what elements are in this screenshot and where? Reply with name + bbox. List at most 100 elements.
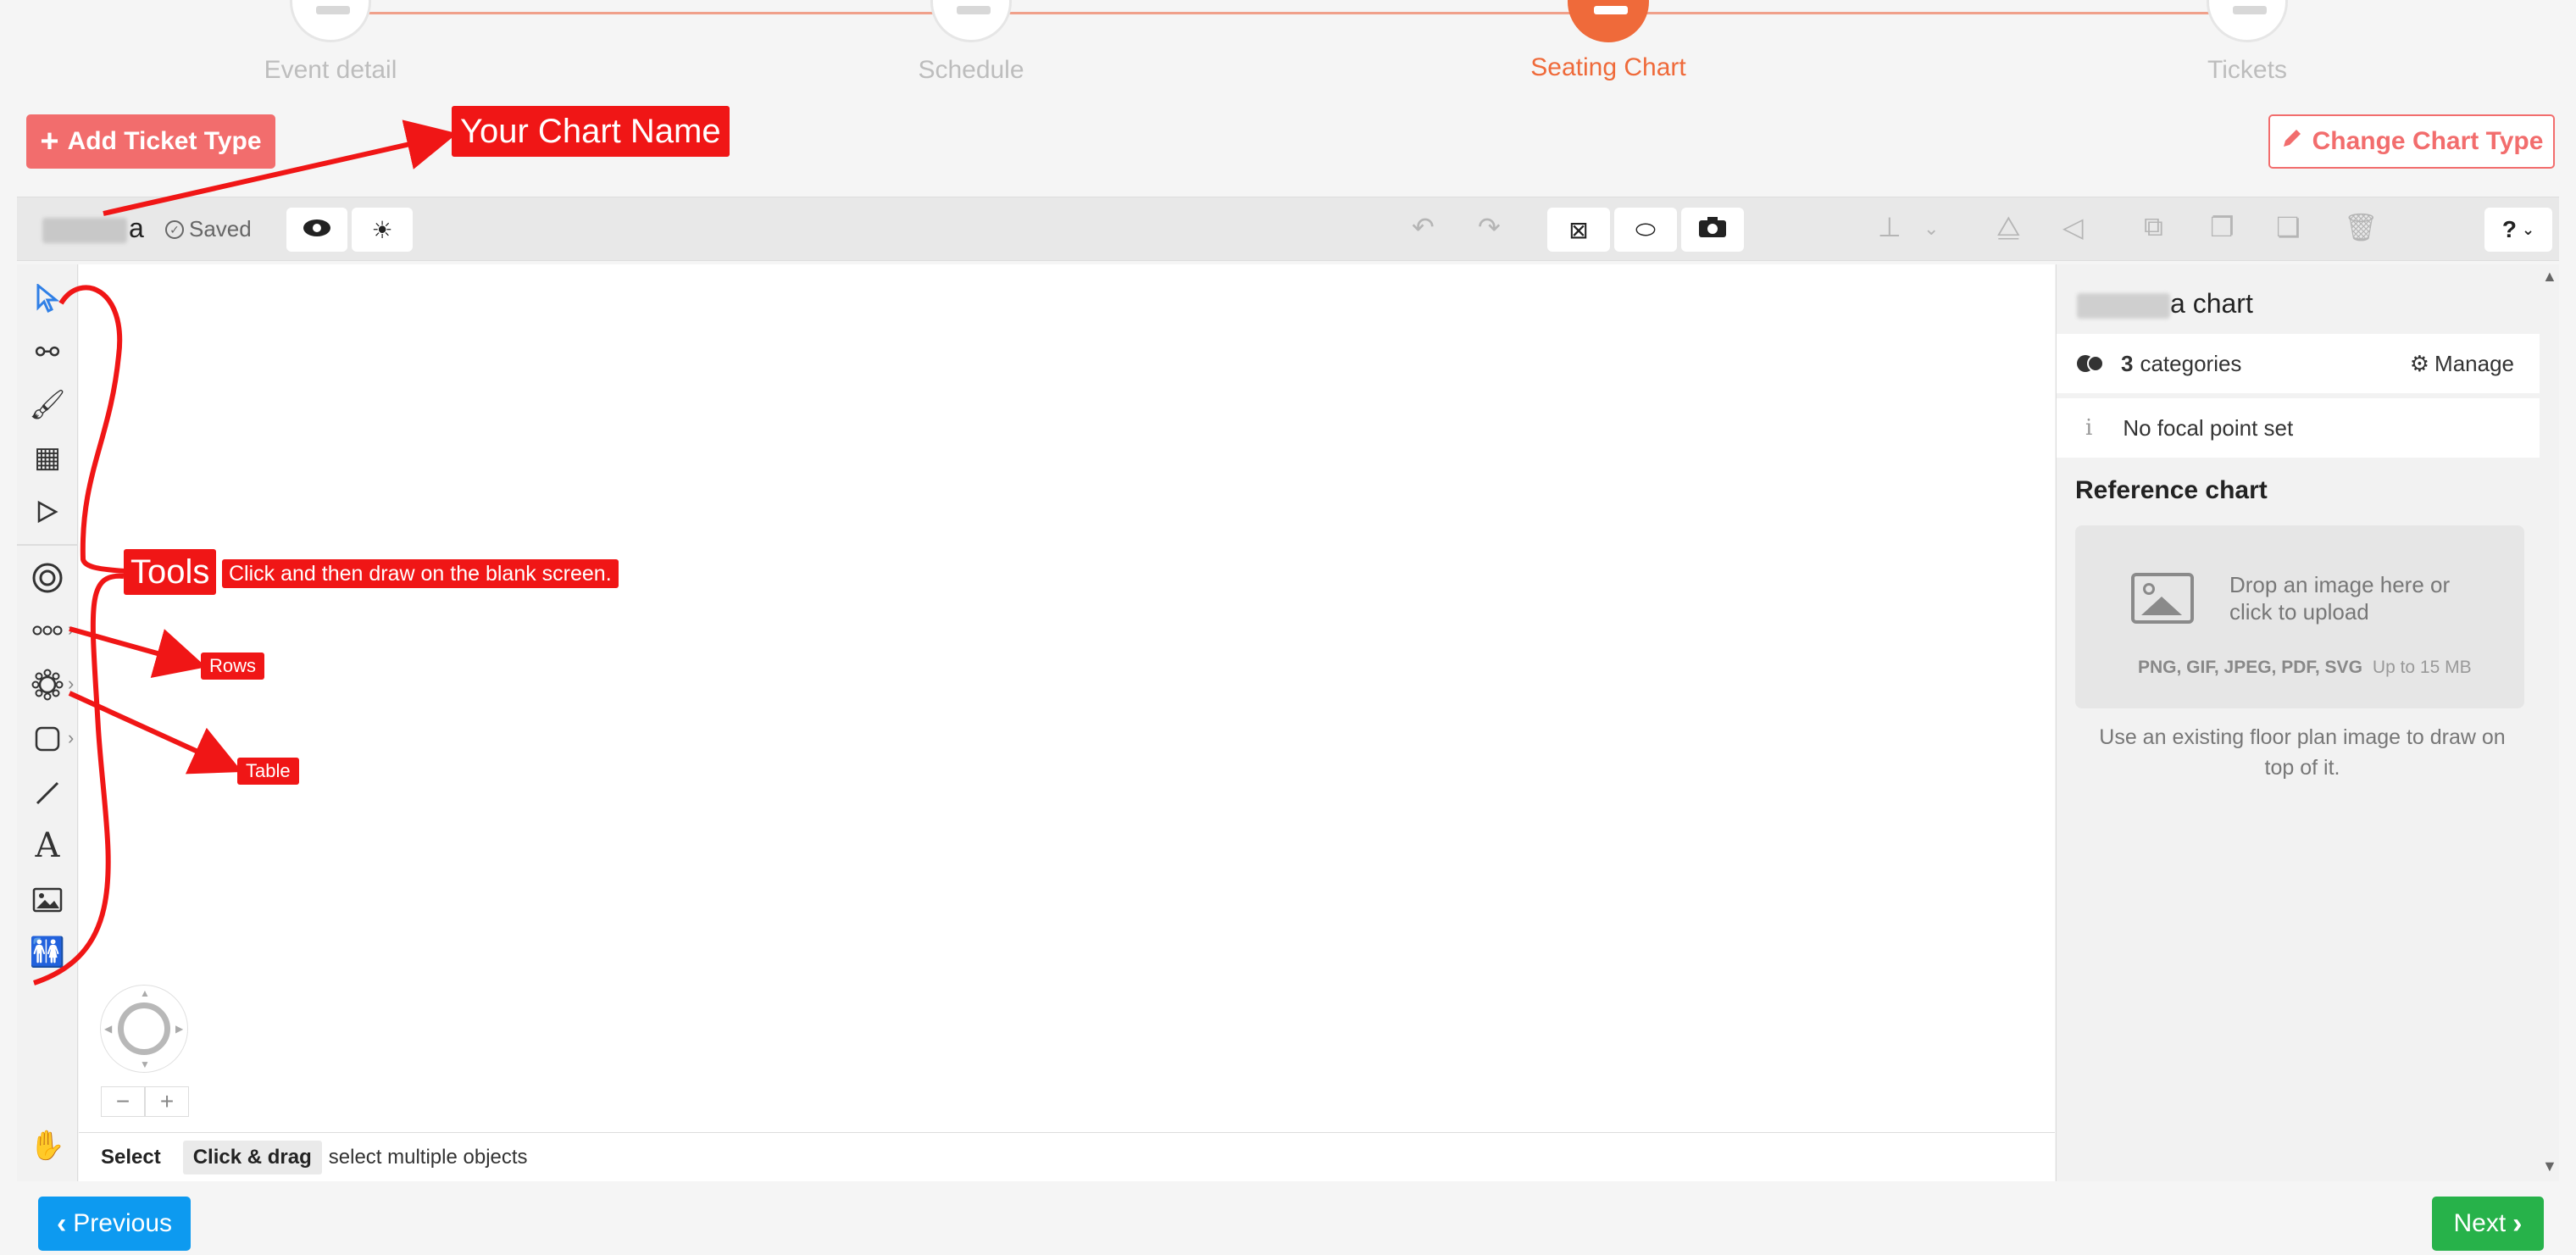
annotation-chart-name: Your Chart Name xyxy=(452,106,730,157)
help-button[interactable]: ? ⌄ xyxy=(2484,208,2552,252)
brush-icon[interactable]: 🖌 xyxy=(29,386,66,424)
label-button[interactable]: ⬭ xyxy=(1614,208,1677,252)
focus-icon: ⊠ xyxy=(1568,216,1589,243)
properties-panel: a chart 3 categories ⚙ Manage i No focal… xyxy=(2056,264,2559,1181)
manage-categories-button[interactable]: ⚙ Manage xyxy=(2410,351,2514,377)
caret-up-icon[interactable]: ▲ xyxy=(140,987,150,999)
change-chart-type-label: Change Chart Type xyxy=(2312,127,2544,155)
categories-label: categories xyxy=(2140,350,2242,376)
rectangle-icon[interactable]: › xyxy=(29,720,74,758)
text-icon[interactable]: A xyxy=(29,826,66,865)
chart-name[interactable]: a xyxy=(42,213,144,244)
info-icon: i xyxy=(2085,415,2093,441)
theme-toggle-button[interactable]: ☀ xyxy=(352,208,413,252)
stepper-line xyxy=(330,12,2246,14)
focal-point-status: No focal point set xyxy=(2123,414,2294,441)
add-ticket-type-button[interactable]: + Add Ticket Type xyxy=(26,114,275,169)
node-pointer-icon[interactable] xyxy=(29,493,66,530)
step-label: Event detail xyxy=(264,56,397,84)
scroll-up-arrow[interactable]: ▲ xyxy=(2542,268,2557,286)
dropzone-text: Drop an image here or click to upload xyxy=(2229,572,2451,625)
copy-icon[interactable]: ❏ xyxy=(2276,211,2301,243)
pan-wheel[interactable]: ▲ ▼ ◀ ▶ xyxy=(100,985,188,1073)
caret-down-icon[interactable]: ▼ xyxy=(140,1058,150,1070)
sun-icon: ☀ xyxy=(371,216,393,243)
plus-icon: + xyxy=(40,124,59,159)
step-circle xyxy=(930,0,1012,42)
step-circle xyxy=(290,0,371,42)
step-label: Schedule xyxy=(918,56,1024,84)
caret-right-icon[interactable]: ▶ xyxy=(175,1023,183,1035)
categories-row: 3 categories ⚙ Manage xyxy=(2057,334,2540,393)
chevron-left-icon: ‹ xyxy=(56,1207,67,1240)
saved-status: ✓ Saved xyxy=(165,216,252,242)
scroll-down-arrow[interactable]: ▼ xyxy=(2542,1158,2557,1175)
shapes-icon[interactable]: ▦ xyxy=(29,439,66,476)
drawing-canvas[interactable]: ▲ ▼ ◀ ▶ − + xyxy=(79,264,2055,1132)
zoom-in-button[interactable]: + xyxy=(145,1086,189,1117)
zoom-out-button[interactable]: − xyxy=(101,1086,145,1117)
status-bar: Select Click & drag select multiple obje… xyxy=(79,1132,2055,1181)
step-circle xyxy=(2207,0,2288,42)
skew-icon[interactable]: ◁ xyxy=(2062,211,2084,243)
chevron-right-icon: › xyxy=(68,619,75,640)
step-label: Seating Chart xyxy=(1530,53,1686,81)
shortcut-hint: select multiple objects xyxy=(328,1145,528,1169)
next-button[interactable]: Next › xyxy=(2432,1197,2544,1251)
rows-icon[interactable]: › xyxy=(29,612,74,649)
help-icon: ? xyxy=(2501,216,2517,242)
restroom-icon[interactable]: 🚻 xyxy=(29,934,66,971)
categories-icon xyxy=(2077,355,2106,372)
select-pointer-icon[interactable] xyxy=(29,280,66,317)
hand-icon[interactable]: ✋ xyxy=(29,1127,66,1164)
chevron-right-icon: › xyxy=(68,727,75,748)
multi-select-icon[interactable]: ⚯ xyxy=(29,334,66,371)
redo-icon[interactable]: ↷ xyxy=(1478,211,1501,243)
chevron-right-icon: › xyxy=(2512,1207,2523,1240)
eye-icon xyxy=(303,216,331,243)
caret-left-icon[interactable]: ◀ xyxy=(104,1023,112,1035)
chevron-down-icon[interactable]: ⌄ xyxy=(1924,218,1939,240)
focal-point-icon[interactable] xyxy=(29,559,66,597)
focus-button[interactable]: ⊠ xyxy=(1547,208,1610,252)
tool-column: ⚯ 🖌 ▦ › › › A 🚻 ✋ xyxy=(17,264,78,1181)
reference-image-dropzone[interactable]: Drop an image here or click to upload PN… xyxy=(2075,525,2524,708)
categories-count: 3 xyxy=(2121,350,2134,376)
editor-toolbar: a ✓ Saved ☀ ↶ ↷ ⊠ ⬭ ⊥ ⌄ ⧋ ◁ ⧉ ❐ ❏ 🗑 ? ⌄ xyxy=(17,197,2559,261)
pan-wheel-center[interactable] xyxy=(118,1002,170,1055)
gear-icon: ⚙ xyxy=(2409,351,2430,376)
shortcut-badge: Click & drag xyxy=(182,1140,322,1174)
step-circle xyxy=(1568,0,1649,42)
reference-help-text: Use an existing floor plan image to draw… xyxy=(2099,725,2506,780)
chevron-down-icon: ⌄ xyxy=(2522,220,2535,238)
table-icon[interactable]: › xyxy=(29,666,74,703)
step-label: Tickets xyxy=(2207,56,2287,84)
align-icon[interactable]: ⊥ xyxy=(1878,211,1901,243)
undo-icon[interactable]: ↶ xyxy=(1412,211,1435,243)
group-icon[interactable]: ⧉ xyxy=(2144,211,2163,243)
panel-chart-title: a chart xyxy=(2077,288,2253,319)
add-ticket-type-label: Add Ticket Type xyxy=(67,127,262,155)
tools-divider xyxy=(17,544,78,546)
chevron-right-icon: › xyxy=(68,673,75,694)
focal-point-row: i No focal point set xyxy=(2057,398,2540,458)
preview-button[interactable] xyxy=(286,208,347,252)
previous-button[interactable]: ‹ Previous xyxy=(38,1197,191,1251)
camera-icon xyxy=(1698,216,1727,244)
dropzone-formats: PNG, GIF, JPEG, PDF, SVG Up to 15 MB xyxy=(2138,658,2472,677)
image-icon[interactable] xyxy=(29,881,66,919)
label-icon: ⬭ xyxy=(1635,215,1656,242)
pencil-icon xyxy=(2280,126,2304,157)
snapshot-button[interactable] xyxy=(1681,208,1744,252)
duplicate-icon[interactable]: ❐ xyxy=(2210,211,2235,243)
zoom-controls: − + xyxy=(101,1086,189,1117)
change-chart-type-button[interactable]: Change Chart Type xyxy=(2268,114,2555,169)
delete-icon[interactable]: 🗑 xyxy=(2344,211,2379,243)
reference-chart-title: Reference chart xyxy=(2075,476,2268,504)
check-circle-icon: ✓ xyxy=(165,219,184,239)
current-tool-label: Select xyxy=(101,1145,161,1169)
flip-icon[interactable]: ⧋ xyxy=(1996,211,2021,243)
progress-stepper: Event detail Schedule Seating Chart Tick… xyxy=(0,0,2576,97)
line-icon[interactable] xyxy=(29,775,66,812)
image-icon xyxy=(2131,573,2194,624)
